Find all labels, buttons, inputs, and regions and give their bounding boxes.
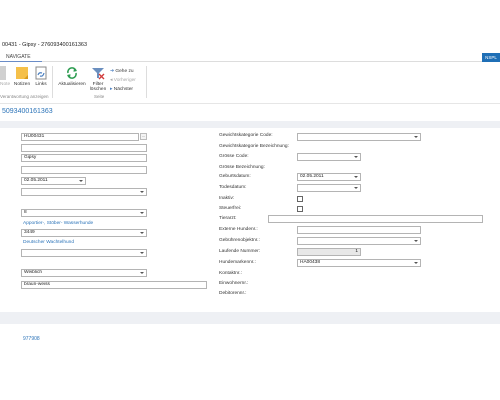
external-dog-no-label: Externe Hundenr.: xyxy=(219,227,258,232)
clear-filter-button[interactable]: Filter löschen xyxy=(88,66,108,92)
inactive-label: Inaktiv: xyxy=(219,196,235,201)
nav-tab-bar: NAVIGATE xyxy=(0,52,500,62)
notizen-button[interactable]: Notizen xyxy=(11,66,33,87)
footer-number-link[interactable]: 977908 xyxy=(23,336,40,342)
no-field[interactable]: HU00431 xyxy=(21,133,139,141)
note-label: Note xyxy=(0,82,11,87)
serial-number-field: 1 xyxy=(297,248,361,256)
window-title: 00431 - Gipsy - 276093400161363 xyxy=(2,42,88,48)
name-2-field[interactable] xyxy=(21,166,147,174)
taxfree-label: Steuerfrei: xyxy=(219,206,242,211)
previous-label: Vorheriger xyxy=(113,78,136,83)
breed-code-field[interactable]: 3449 xyxy=(21,229,147,237)
size-code-field[interactable] xyxy=(297,153,361,161)
debtor-no-label: Debitorennr.: xyxy=(219,291,247,296)
next-icon: ▸ xyxy=(110,87,113,92)
previous-button[interactable]: ◂ Vorheriger xyxy=(110,76,136,85)
goto-button[interactable]: ➜ Gehe zu xyxy=(110,67,136,76)
select-field-1[interactable] xyxy=(21,188,147,196)
color-field[interactable]: braun-weiss xyxy=(21,281,207,289)
resident-no-label: Einwohnernr.: xyxy=(219,281,249,286)
breed-group-link[interactable]: Apportier-, Stöber- Wasserhunde xyxy=(23,221,93,226)
birth-date-field[interactable]: 02.05.2011 xyxy=(297,173,361,181)
goto-icon: ➜ xyxy=(110,69,115,74)
group-label-show: Verantwortung anzeigen xyxy=(0,94,49,99)
note-button[interactable]: Note xyxy=(0,66,10,87)
notizen-label: Notizen xyxy=(13,82,31,87)
clear-filter-label: Filter löschen xyxy=(90,82,107,92)
assist-edit-button[interactable]: … xyxy=(140,133,147,140)
links-icon xyxy=(35,66,47,80)
taxfree-checkbox[interactable] xyxy=(297,206,303,212)
ellipsis-icon: … xyxy=(141,133,146,138)
ribbon: Note Notizen Links Verantwortung anzeige… xyxy=(0,62,500,104)
next-button[interactable]: ▸ Nächster xyxy=(110,85,136,94)
links-button[interactable]: Links xyxy=(33,66,49,87)
refresh-button[interactable]: Aktualisieren xyxy=(56,66,88,87)
breed-link[interactable]: Deutscher Wachtelhund xyxy=(23,240,74,245)
tag-number-field[interactable]: HA00438 xyxy=(297,259,421,267)
notes-icon xyxy=(16,67,28,79)
refresh-label: Aktualisieren xyxy=(58,82,86,87)
inactive-checkbox[interactable] xyxy=(297,196,303,202)
clear-filter-icon xyxy=(92,68,105,80)
fee-object-label: Gebührenobjektnr.: xyxy=(219,238,260,243)
next-label: Nächster xyxy=(113,87,133,92)
refresh-icon xyxy=(67,67,77,79)
page-nav-group: ➜ Gehe zu ◂ Vorheriger ▸ Nächster xyxy=(110,67,136,94)
weight-category-field[interactable] xyxy=(297,133,421,141)
goto-label: Gehe zu xyxy=(115,69,134,74)
record-title: 5093400161363 xyxy=(2,108,53,115)
name-field[interactable]: Gipsy xyxy=(21,154,147,162)
birth-date-label: Geburtsdatum: xyxy=(219,174,251,179)
group-label-page: Seite xyxy=(94,94,105,99)
death-date-field[interactable] xyxy=(297,184,361,192)
weight-description-label: Gewichtskategorie Bezeichnung: xyxy=(219,144,289,149)
tab-navigate[interactable]: NAVIGATE xyxy=(6,53,31,61)
fee-object-field[interactable] xyxy=(297,237,421,245)
note-icon xyxy=(0,66,6,80)
previous-icon: ◂ xyxy=(110,78,113,83)
weight-category-label: Gewichtskategorie Code: xyxy=(219,133,273,138)
general-form: HU00431 … Gipsy 02.05.2011 8 Apportier-,… xyxy=(0,128,500,311)
links-label: Links xyxy=(35,82,47,87)
vet-field[interactable] xyxy=(268,215,483,223)
serial-number-label: Laufende Nummer: xyxy=(219,249,261,254)
external-dog-no-field[interactable] xyxy=(297,226,421,234)
date-field[interactable]: 02.05.2011 xyxy=(21,177,86,185)
tag-number-label: Hundemarkennr.: xyxy=(219,260,256,265)
contact-no-label: Kontaktnr.: xyxy=(219,271,242,276)
sex-field[interactable]: Weiblich xyxy=(21,269,147,277)
size-code-label: Grösse Code: xyxy=(219,154,249,159)
no-field-2[interactable] xyxy=(21,144,147,152)
breed-select-field[interactable] xyxy=(21,249,147,257)
clear-filter-label-line2: löschen xyxy=(89,87,107,92)
vet-label: Tierarzt: xyxy=(219,216,237,221)
section-header-secondary[interactable] xyxy=(0,312,500,324)
ribbon-separator xyxy=(52,66,53,98)
ribbon-separator xyxy=(146,66,147,98)
death-date-label: Todesdatum: xyxy=(219,185,247,190)
section-header-general[interactable] xyxy=(0,121,500,128)
size-description-label: Grösse Bezeichnung: xyxy=(219,165,265,170)
number-field[interactable]: 8 xyxy=(21,209,147,217)
